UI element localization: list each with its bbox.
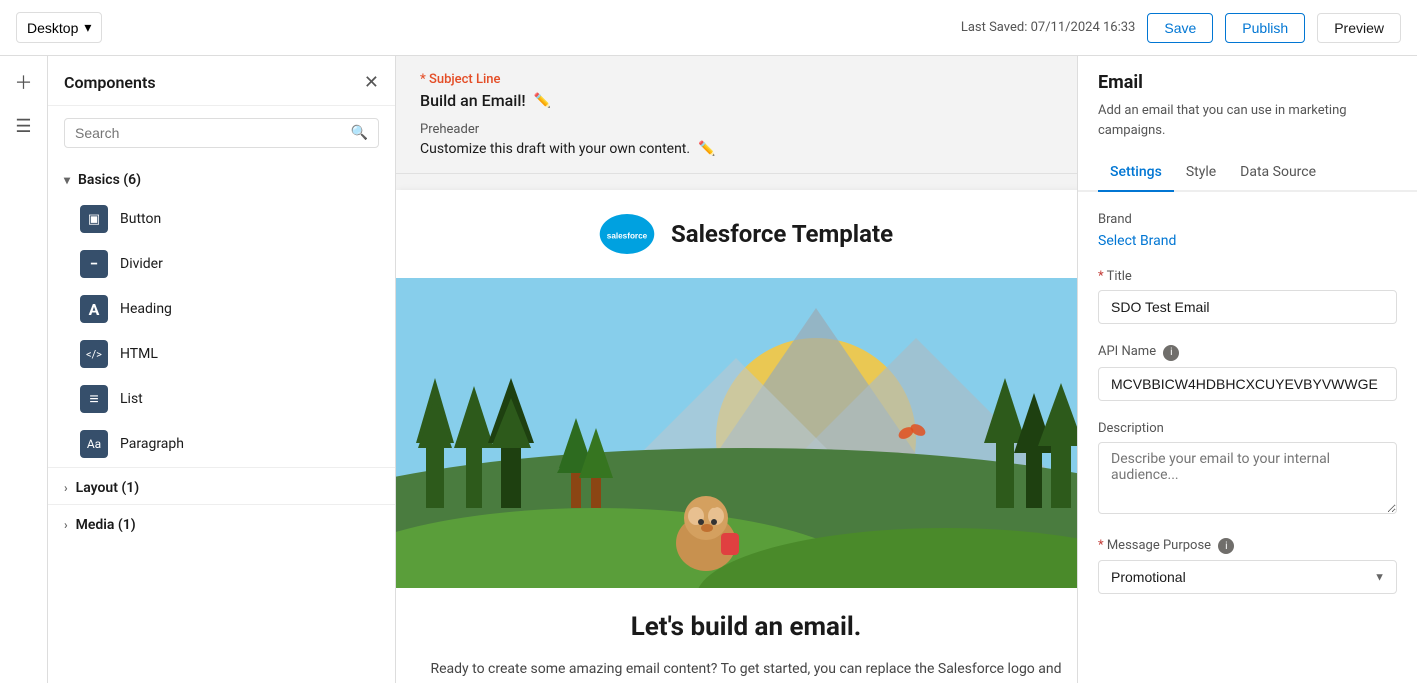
- paragraph-component-icon: Aa: [80, 430, 108, 458]
- plus-icon: ＋: [15, 69, 33, 95]
- dropdown-chevron-icon: ▾: [84, 19, 91, 36]
- save-button[interactable]: Save: [1147, 13, 1213, 43]
- email-body: Let's build an email. Ready to create so…: [396, 588, 1077, 683]
- salesforce-logo: salesforce: [599, 214, 655, 254]
- preheader-label: Preheader: [420, 122, 1053, 137]
- media-section-label: Media (1): [76, 517, 136, 533]
- api-name-label: API Name i: [1098, 344, 1397, 361]
- svg-text:salesforce: salesforce: [607, 232, 648, 241]
- heading-component-label: Heading: [120, 301, 172, 317]
- canvas-meta: * Subject Line Build an Email! ✏️ Prehea…: [396, 56, 1077, 174]
- right-panel-tabs: Settings Style Data Source: [1078, 156, 1417, 192]
- title-field-group: Title: [1098, 269, 1397, 324]
- divider-component-icon: ━: [80, 250, 108, 278]
- html-component-label: HTML: [120, 346, 158, 362]
- component-html[interactable]: </> HTML: [56, 332, 387, 376]
- search-container: 🔍: [48, 106, 395, 160]
- components-list: ▾ Basics (6) ▣ Button ━ Divider A Headin…: [48, 160, 395, 683]
- list-component-icon: ≡: [80, 385, 108, 413]
- media-chevron-icon: ›: [64, 518, 68, 532]
- email-body-heading: Let's build an email.: [420, 612, 1072, 642]
- brand-field-group: Brand Select Brand: [1098, 212, 1397, 249]
- description-label: Description: [1098, 421, 1397, 436]
- api-name-field-group: API Name i: [1098, 344, 1397, 401]
- message-purpose-info-icon[interactable]: i: [1218, 538, 1234, 554]
- message-purpose-select[interactable]: Promotional Transactional Other: [1098, 560, 1397, 594]
- subject-line-text: Build an Email!: [420, 91, 526, 110]
- button-component-icon: ▣: [80, 205, 108, 233]
- button-component-label: Button: [120, 211, 161, 227]
- desktop-dropdown[interactable]: Desktop ▾: [16, 12, 102, 43]
- brand-label: Brand: [1098, 212, 1397, 227]
- menu-icon: ☰: [15, 116, 31, 137]
- preheader-edit-icon[interactable]: ✏️: [698, 141, 715, 157]
- description-field-group: Description: [1098, 421, 1397, 518]
- preheader-value: Customize this draft with your own conte…: [420, 141, 1053, 157]
- last-saved-text: Last Saved: 07/11/2024 16:33: [961, 20, 1136, 35]
- topbar-right: Last Saved: 07/11/2024 16:33 Save Publis…: [961, 13, 1401, 43]
- right-panel-title: Email: [1098, 72, 1397, 93]
- component-button[interactable]: ▣ Button: [56, 197, 387, 241]
- tab-style[interactable]: Style: [1174, 156, 1228, 192]
- preheader-text: Customize this draft with your own conte…: [420, 141, 690, 157]
- list-component-label: List: [120, 391, 143, 407]
- layout-chevron-icon: ›: [64, 481, 68, 495]
- menu-icon-button[interactable]: ☰: [6, 108, 42, 144]
- tab-settings[interactable]: Settings: [1098, 156, 1174, 192]
- basics-section-header[interactable]: ▾ Basics (6): [48, 160, 395, 196]
- layout-section-label: Layout (1): [76, 480, 140, 496]
- select-brand-link[interactable]: Select Brand: [1098, 233, 1176, 249]
- topbar: Desktop ▾ Last Saved: 07/11/2024 16:33 S…: [0, 0, 1417, 56]
- right-panel-body: Brand Select Brand Title API Name i Desc…: [1078, 192, 1417, 683]
- email-header: salesforce Salesforce Template: [396, 190, 1077, 278]
- html-component-icon: </>: [80, 340, 108, 368]
- desktop-label: Desktop: [27, 20, 78, 36]
- component-divider[interactable]: ━ Divider: [56, 242, 387, 286]
- canvas-area: * Subject Line Build an Email! ✏️ Prehea…: [396, 56, 1077, 683]
- components-sidebar: Components ✕ 🔍 ▾ Basics (6) ▣ Button ━ D…: [48, 56, 396, 683]
- title-field-label: Title: [1098, 269, 1397, 284]
- email-hero-image: [396, 278, 1077, 588]
- right-panel: Email Add an email that you can use in m…: [1077, 56, 1417, 683]
- main-layout: ＋ ☰ Components ✕ 🔍 ▾ Basics (6) ▣ But: [0, 56, 1417, 683]
- subject-line-label: * Subject Line: [420, 72, 1053, 87]
- email-body-text: Ready to create some amazing email conte…: [420, 658, 1072, 683]
- layout-section-header[interactable]: › Layout (1): [48, 467, 395, 504]
- topbar-left: Desktop ▾: [16, 12, 102, 43]
- tab-data-source[interactable]: Data Source: [1228, 156, 1328, 192]
- title-input[interactable]: [1098, 290, 1397, 324]
- basics-section-label: Basics (6): [78, 172, 141, 188]
- heading-component-icon: A: [80, 295, 108, 323]
- paragraph-component-label: Paragraph: [120, 436, 184, 452]
- search-icon: 🔍: [351, 125, 368, 141]
- message-purpose-label: Message Purpose i: [1098, 538, 1397, 555]
- subject-line-value: Build an Email! ✏️: [420, 91, 1053, 110]
- add-icon-button[interactable]: ＋: [6, 64, 42, 100]
- media-section-header[interactable]: › Media (1): [48, 504, 395, 541]
- search-input[interactable]: [75, 125, 351, 141]
- right-panel-header: Email Add an email that you can use in m…: [1078, 56, 1417, 156]
- publish-button[interactable]: Publish: [1225, 13, 1305, 43]
- email-canvas: salesforce Salesforce Template: [396, 190, 1077, 683]
- close-sidebar-button[interactable]: ✕: [364, 72, 379, 93]
- sidebar-header: Components ✕: [48, 56, 395, 106]
- api-name-input[interactable]: [1098, 367, 1397, 401]
- message-purpose-field-group: Message Purpose i Promotional Transactio…: [1098, 538, 1397, 595]
- api-name-info-icon[interactable]: i: [1163, 345, 1179, 361]
- email-header-title: Salesforce Template: [671, 220, 893, 248]
- component-paragraph[interactable]: Aa Paragraph: [56, 422, 387, 466]
- icon-bar: ＋ ☰: [0, 56, 48, 683]
- sidebar-title: Components: [64, 73, 156, 92]
- subject-line-edit-icon[interactable]: ✏️: [534, 93, 551, 109]
- preview-button[interactable]: Preview: [1317, 13, 1401, 43]
- component-list[interactable]: ≡ List: [56, 377, 387, 421]
- message-purpose-select-wrap: Promotional Transactional Other: [1098, 560, 1397, 594]
- description-textarea[interactable]: [1098, 442, 1397, 514]
- basics-chevron-icon: ▾: [64, 173, 70, 187]
- divider-component-label: Divider: [120, 256, 163, 272]
- component-heading[interactable]: A Heading: [56, 287, 387, 331]
- search-input-wrap: 🔍: [64, 118, 379, 148]
- right-panel-description: Add an email that you can use in marketi…: [1098, 101, 1397, 140]
